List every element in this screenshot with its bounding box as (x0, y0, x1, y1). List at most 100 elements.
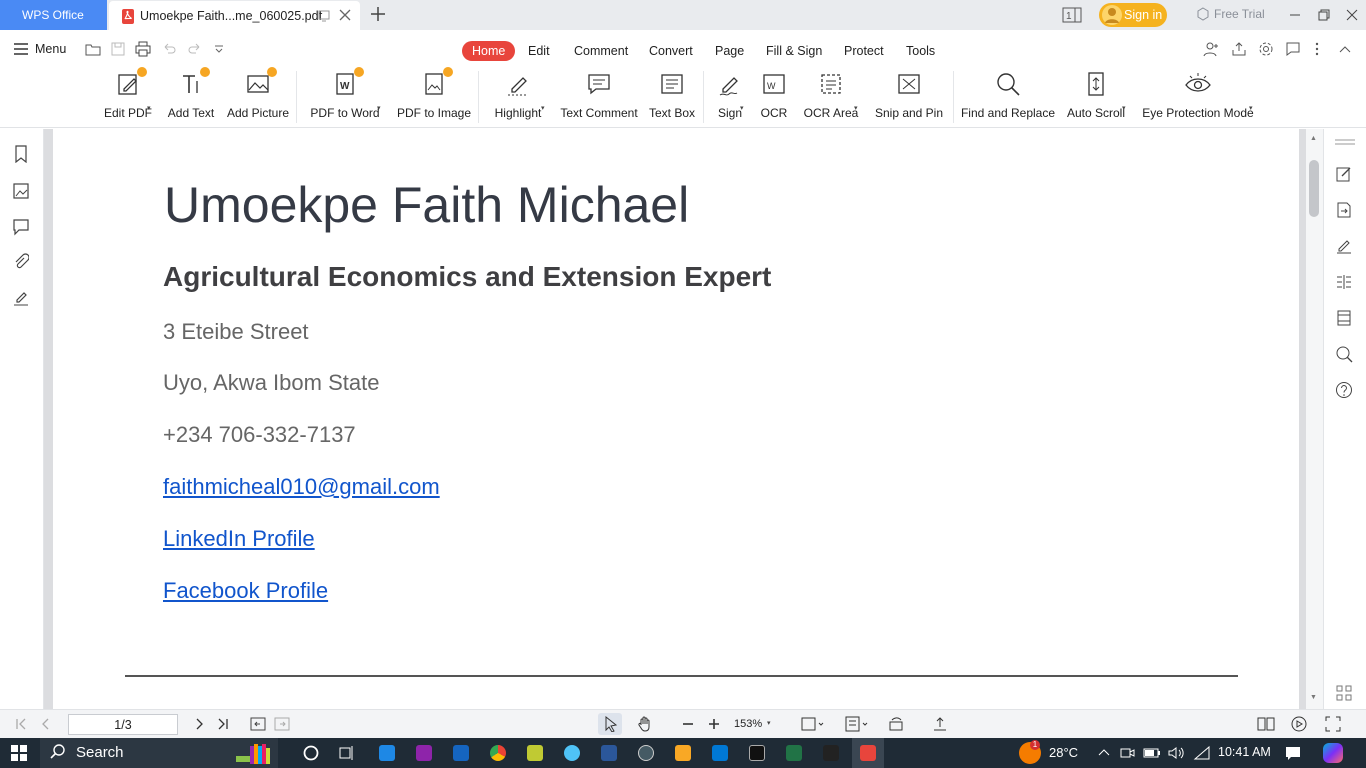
previous-page-icon[interactable] (38, 716, 52, 732)
tab-tools[interactable]: Tools (896, 41, 945, 61)
task-view-icon[interactable] (339, 745, 355, 761)
help-icon[interactable] (1335, 381, 1353, 399)
tab-protect[interactable]: Protect (834, 41, 894, 61)
page-layout-side-icon[interactable] (1335, 309, 1353, 327)
command-prompt-icon[interactable] (749, 745, 765, 761)
highlight-button[interactable]: Highlight (489, 69, 547, 120)
fill-sign-side-icon[interactable] (1335, 237, 1353, 255)
tab-edit[interactable]: Edit (518, 41, 560, 61)
eye-protection-dropdown-caret-icon[interactable]: ▾ (1249, 104, 1253, 112)
search-document-side-icon[interactable] (1335, 345, 1353, 363)
redo-icon[interactable] (187, 41, 203, 57)
scroll-up-arrow-icon[interactable]: ▲ (1310, 135, 1317, 142)
vscode-icon[interactable] (712, 745, 728, 761)
pin-tab-icon[interactable] (318, 10, 330, 22)
more-options-icon[interactable] (1314, 41, 1320, 57)
find-and-replace-button[interactable]: Find and Replace (961, 69, 1055, 120)
taskbar-app-1-icon[interactable] (379, 745, 395, 761)
edit-side-icon[interactable] (1335, 165, 1353, 183)
scrollbar-thumb[interactable] (1309, 160, 1319, 217)
feedback-icon[interactable] (1285, 41, 1301, 57)
taskbar-clock[interactable]: 10:41 AM (1218, 745, 1271, 759)
meet-now-icon[interactable] (1119, 745, 1135, 761)
new-tab-plus-icon[interactable] (370, 6, 386, 22)
open-file-icon[interactable] (85, 41, 101, 57)
document-tab[interactable]: Umoekpe Faith...me_060025.pdf (109, 1, 360, 30)
zoom-out-icon[interactable] (681, 716, 695, 732)
convert-side-icon[interactable] (1335, 201, 1353, 219)
rotate-icon[interactable] (888, 716, 904, 732)
battery-icon[interactable] (1143, 745, 1161, 761)
eye-protection-mode-button[interactable]: Eye Protection Mode (1141, 69, 1255, 120)
show-hidden-icons-icon[interactable] (1097, 745, 1111, 761)
pdf-to-image-button[interactable]: PDF to Image (397, 67, 471, 120)
cortana-icon[interactable] (303, 745, 319, 761)
edit-pdf-button[interactable]: Edit PDF (102, 67, 154, 120)
facebook-link[interactable]: Facebook Profile (163, 578, 328, 604)
file-explorer-icon[interactable] (675, 745, 691, 761)
taskbar-search-box[interactable]: Search (40, 738, 278, 768)
chrome-icon[interactable] (490, 745, 506, 761)
obs-icon[interactable] (638, 745, 654, 761)
page-display-icon[interactable] (845, 716, 869, 732)
collapse-ribbon-icon[interactable] (1338, 41, 1352, 57)
add-picture-button[interactable]: Add Picture (227, 67, 289, 120)
reading-mode-icon[interactable] (1257, 716, 1275, 732)
menu-button[interactable]: Menu (14, 42, 66, 56)
next-page-icon[interactable] (193, 716, 207, 732)
edit-pdf-dropdown-caret-icon[interactable]: ▾ (147, 104, 151, 112)
word-icon[interactable] (601, 745, 617, 761)
figma-icon[interactable] (823, 745, 839, 761)
document-page[interactable]: Umoekpe Faith Michael Agricultural Econo… (53, 129, 1299, 709)
pdf-to-word-dropdown-caret-icon[interactable]: ▾ (377, 104, 381, 112)
play-slideshow-icon[interactable] (1291, 716, 1307, 732)
tab-comment[interactable]: Comment (564, 41, 638, 61)
windows-start-icon[interactable] (11, 745, 27, 761)
text-comment-button[interactable]: Text Comment (560, 69, 638, 120)
minimize-icon[interactable] (1288, 8, 1302, 22)
free-trial-button[interactable]: Free Trial (1196, 7, 1265, 21)
share-user-icon[interactable] (1203, 41, 1219, 57)
fit-page-icon[interactable] (801, 716, 825, 732)
add-text-button[interactable]: Add Text (168, 67, 214, 120)
highlight-dropdown-caret-icon[interactable]: ▾ (541, 104, 545, 112)
tab-page[interactable]: Page (705, 41, 754, 61)
pane-grip-icon[interactable] (1335, 137, 1355, 147)
zoom-caret-icon[interactable]: ▾ (767, 719, 771, 727)
next-view-icon[interactable] (274, 716, 290, 732)
page-number-input[interactable]: 1/3 (68, 714, 178, 735)
save-icon[interactable] (110, 41, 126, 57)
wps-office-tab[interactable]: WPS Office (0, 0, 107, 30)
first-page-icon[interactable] (14, 716, 28, 732)
hand-tool-icon[interactable] (637, 716, 653, 732)
window-mode-icon[interactable]: 1 (1062, 7, 1082, 23)
ocr-area-button[interactable]: OCR Area (802, 69, 860, 120)
linkedin-link[interactable]: LinkedIn Profile (163, 526, 315, 552)
settings-gear-icon[interactable] (1258, 41, 1274, 57)
customize-quick-access-icon[interactable] (213, 41, 225, 57)
thumbnails-icon[interactable] (13, 182, 29, 200)
sign-in-button[interactable]: Sign in (1099, 3, 1167, 27)
apps-grid-icon[interactable] (1335, 684, 1353, 702)
ocr-button[interactable]: W OCR (759, 69, 789, 120)
wps-office-taskbar-button[interactable] (852, 738, 884, 768)
last-page-icon[interactable] (216, 716, 230, 732)
taskbar-app-4-icon[interactable] (564, 745, 580, 761)
pdf-to-word-button[interactable]: W PDF to Word (308, 67, 382, 120)
comments-panel-icon[interactable] (13, 218, 29, 236)
tab-convert[interactable]: Convert (639, 41, 703, 61)
share-icon[interactable] (1231, 41, 1247, 57)
close-window-icon[interactable] (1345, 8, 1359, 22)
select-tool-button[interactable] (598, 713, 622, 735)
tab-home[interactable]: Home (462, 41, 516, 61)
email-link[interactable]: faithmicheal010@gmail.com (163, 474, 440, 500)
zoom-level-dropdown[interactable]: 153% (734, 718, 762, 730)
bookmark-icon[interactable] (13, 145, 29, 163)
copilot-icon[interactable] (1323, 743, 1343, 763)
ocr-area-dropdown-caret-icon[interactable]: ▾ (854, 104, 858, 112)
notifications-icon[interactable] (1285, 745, 1301, 761)
fullscreen-icon[interactable] (1325, 716, 1341, 732)
compare-side-icon[interactable] (1335, 273, 1353, 291)
auto-scroll-button[interactable]: Auto Scroll (1064, 69, 1128, 120)
notepad-icon[interactable] (527, 745, 543, 761)
